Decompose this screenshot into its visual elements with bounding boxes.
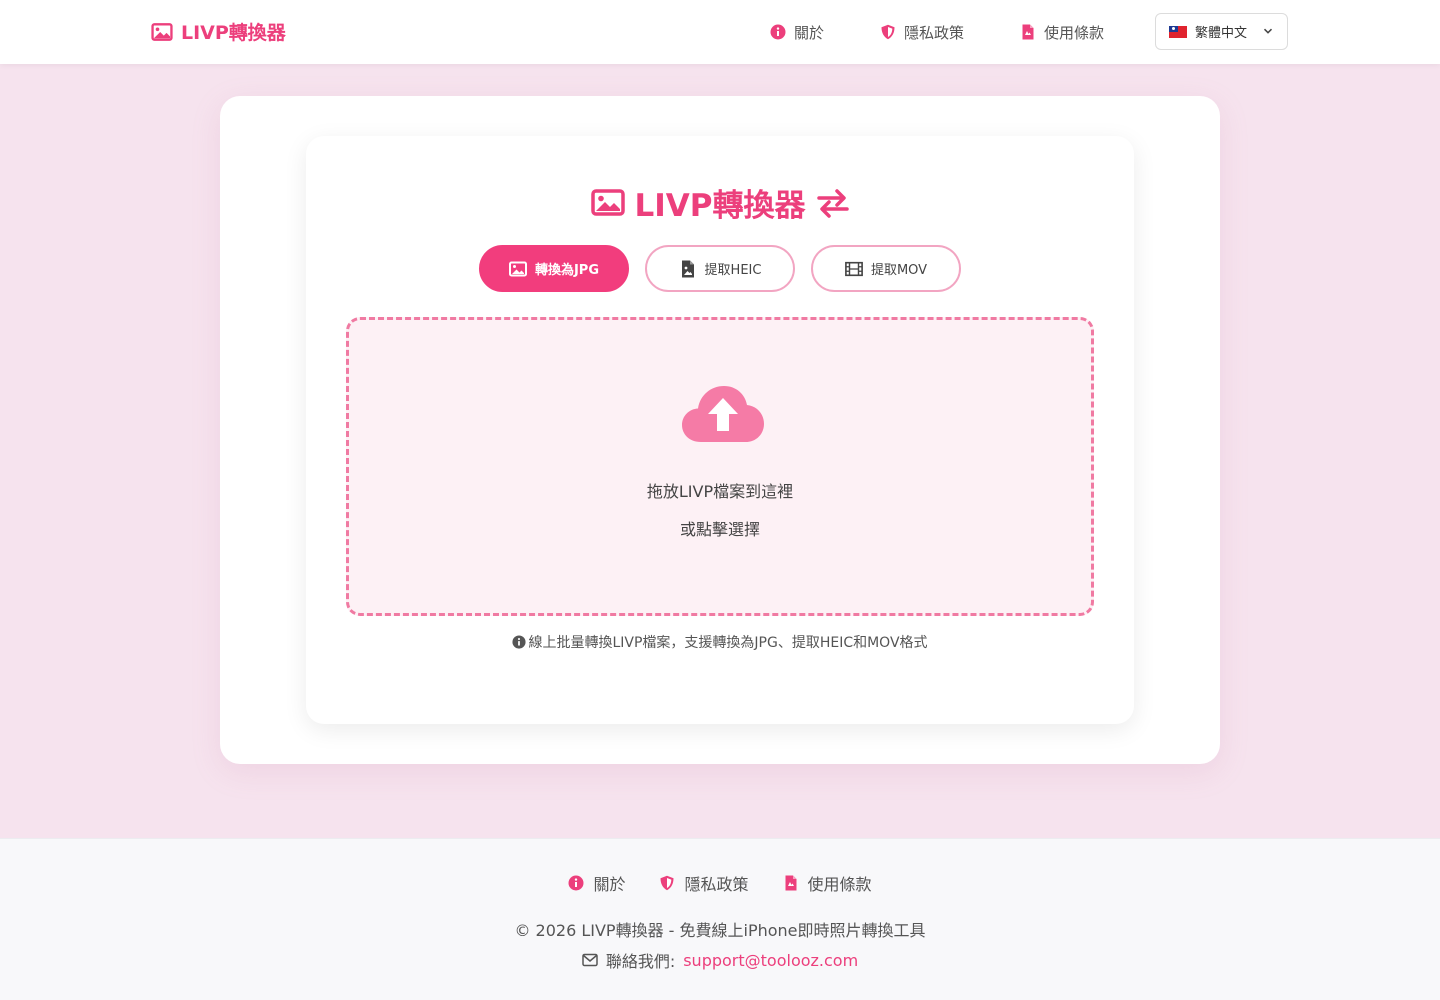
taiwan-flag-icon — [1169, 25, 1187, 38]
shield-icon — [660, 875, 674, 891]
info-note-text: 線上批量轉換LIVP檔案，支援轉換為JPG、提取HEIC和MOV格式 — [528, 635, 928, 651]
envelope-icon — [582, 953, 598, 967]
tab-extract-mov[interactable]: 提取MOV — [811, 245, 961, 292]
footer-link-about[interactable]: 關於 — [568, 871, 625, 895]
tab-extract-heic[interactable]: 提取HEIC — [645, 245, 795, 292]
converter-title-text: LIVP轉換器 — [634, 188, 806, 224]
language-select[interactable]: 繁體中文 — [1155, 13, 1288, 50]
dropzone-primary-text: 拖放LIVP檔案到這裡 — [646, 482, 794, 501]
footer-link-about-label: 關於 — [593, 875, 626, 894]
image-icon — [151, 22, 173, 41]
footer-link-terms-label: 使用條款 — [807, 875, 872, 894]
language-selected-value: 繁體中文 — [1195, 26, 1248, 41]
tab-convert-jpg-label: 轉換為JPG — [534, 263, 600, 278]
footer: 關於 隱私政策 使用條款 © 2026 LIVP轉換器 - 免費線上iPhone… — [0, 838, 1440, 1000]
nav-link-privacy-label: 隱私政策 — [904, 23, 965, 42]
nav-links: 關於 隱私政策 使用條款 — [770, 0, 1104, 64]
tab-extract-heic-label: 提取HEIC — [704, 263, 762, 278]
contact-label: 聯絡我們: — [605, 952, 676, 971]
tab-extract-mov-label: 提取MOV — [870, 263, 928, 278]
image-icon — [508, 261, 527, 276]
footer-link-privacy[interactable]: 隱私政策 — [659, 871, 749, 895]
nav-link-terms[interactable]: 使用條款 — [1020, 22, 1104, 43]
info-note: 線上批量轉換LIVP檔案，支援轉換為JPG、提取HEIC和MOV格式 — [306, 632, 1134, 652]
main-container: LIVP轉換器 轉換為JPG 提取HEIC 提取MOV 拖放LIVP檔案到這裡 … — [220, 96, 1220, 764]
tab-convert-jpg[interactable]: 轉換為JPG — [479, 245, 629, 292]
footer-link-terms[interactable]: 使用條款 — [783, 871, 872, 895]
converter-title: LIVP轉換器 — [306, 180, 1134, 225]
dropzone-secondary-text: 或點擊選擇 — [679, 520, 760, 539]
nav-link-about[interactable]: 關於 — [770, 22, 824, 43]
info-circle-icon — [568, 875, 584, 891]
nav-link-terms-label: 使用條款 — [1044, 23, 1105, 42]
shield-icon — [881, 24, 895, 40]
image-icon — [590, 189, 625, 216]
document-icon — [1022, 24, 1034, 40]
swap-arrows-icon — [816, 188, 849, 218]
nav-link-about-label: 關於 — [794, 23, 825, 42]
copyright-text: © 2026 LIVP轉換器 - 免費線上iPhone即時照片轉換工具 — [514, 921, 926, 940]
converter-card: LIVP轉換器 轉換為JPG 提取HEIC 提取MOV 拖放LIVP檔案到這裡 … — [306, 136, 1134, 724]
navbar: LIVP轉換器 關於 隱私政策 使用條款 繁體中文 — [0, 0, 1440, 64]
conversion-tabs: 轉換為JPG 提取HEIC 提取MOV — [479, 245, 961, 292]
file-image-icon — [681, 260, 694, 277]
chevron-down-icon — [1263, 28, 1273, 34]
contact-email-link[interactable]: support@toolooz.com — [683, 951, 858, 970]
info-circle-icon — [770, 24, 786, 40]
film-icon — [845, 261, 863, 276]
nav-link-privacy[interactable]: 隱私政策 — [880, 22, 964, 43]
cloud-upload-icon — [682, 386, 764, 442]
footer-link-privacy-label: 隱私政策 — [684, 875, 749, 894]
brand-name: LIVP轉換器 — [181, 22, 286, 44]
footer-links: 關於 隱私政策 使用條款 — [0, 871, 1440, 895]
contact-line: 聯絡我們: support@toolooz.com — [0, 948, 1440, 972]
info-circle-icon — [512, 635, 527, 649]
brand-logo-link[interactable]: LIVP轉換器 — [151, 18, 286, 45]
file-dropzone[interactable]: 拖放LIVP檔案到這裡 或點擊選擇 — [346, 317, 1094, 616]
document-icon — [785, 875, 796, 891]
